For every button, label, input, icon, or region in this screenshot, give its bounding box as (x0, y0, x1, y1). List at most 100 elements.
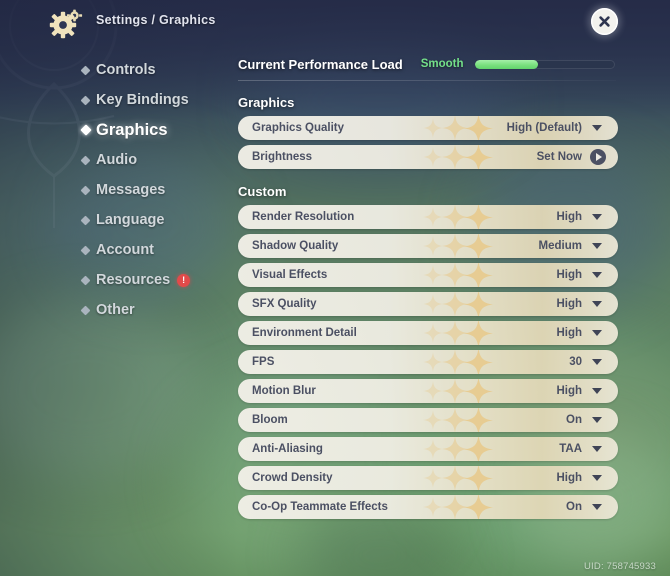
diamond-bullet-icon (80, 185, 91, 195)
sparkle-icon (423, 147, 443, 167)
setting-label: Shadow Quality (252, 240, 339, 252)
setting-label: Brightness (252, 151, 313, 163)
sparkle-icon (464, 116, 493, 140)
settings-sections: Graphics Graphics Quality High (Default) Br… (238, 95, 638, 519)
sparkle-icon (464, 495, 493, 519)
diamond-bullet-icon (80, 155, 91, 165)
sparkle-icon (464, 263, 493, 287)
setting-row[interactable]: FPS 30 (238, 350, 618, 374)
diamond-bullet-icon (80, 275, 91, 285)
header-divider (238, 80, 616, 81)
sidebar-item-key-bindings[interactable]: Key Bindings (0, 85, 238, 115)
sparkle-icon (423, 118, 443, 138)
setting-label: Crowd Density (252, 472, 333, 484)
sidebar-item-language[interactable]: Language (0, 205, 238, 235)
close-button[interactable] (591, 8, 618, 35)
settings-row-group: Graphics Quality High (Default) Brightness… (238, 116, 638, 169)
sparkle-icon (464, 379, 493, 403)
sparkle-icon (423, 207, 443, 227)
setting-label: SFX Quality (252, 298, 317, 310)
uid-label: UID: 758745933 (584, 561, 656, 572)
chevron-down-icon[interactable] (592, 125, 602, 131)
chevron-down-icon[interactable] (592, 214, 602, 220)
sidebar-item-controls[interactable]: Controls (0, 55, 238, 85)
sparkle-icon (423, 323, 443, 343)
setting-label: Visual Effects (252, 269, 328, 281)
sidebar-item-other[interactable]: Other (0, 295, 238, 325)
chevron-down-icon[interactable] (592, 272, 602, 278)
chevron-down-icon[interactable] (592, 388, 602, 394)
chevron-down-icon[interactable] (592, 330, 602, 336)
settings-sidebar: Controls Key Bindings Graphics Audio Message… (0, 55, 238, 325)
setting-value: High (Default) (506, 122, 582, 134)
diamond-bullet-icon (80, 305, 91, 315)
setting-value: TAA (559, 443, 582, 455)
sparkle-icon (423, 439, 443, 459)
settings-main-panel: Current Performance Load Smooth Graphics… (238, 50, 638, 524)
setting-label: Graphics Quality (252, 122, 345, 134)
chevron-down-icon[interactable] (592, 446, 602, 452)
chevron-down-icon[interactable] (592, 417, 602, 423)
setting-value: High (556, 385, 582, 397)
setting-row[interactable]: Co-Op Teammate Effects On (238, 495, 618, 519)
sidebar-item-account[interactable]: Account (0, 235, 238, 265)
chevron-down-icon[interactable] (592, 504, 602, 510)
diamond-bullet-icon (80, 124, 92, 136)
sparkle-icon (464, 408, 493, 432)
chevron-down-icon[interactable] (592, 243, 602, 249)
header-bar: Settings / Graphics (0, 0, 670, 48)
setting-row[interactable]: Render Resolution High (238, 205, 618, 229)
settings-screen: Settings / Graphics Controls Key Bindings… (0, 0, 670, 576)
sparkle-icon (464, 205, 493, 229)
sidebar-item-resources[interactable]: Resources! (0, 265, 238, 295)
sparkle-icon (442, 437, 468, 461)
setting-row[interactable]: Anti-Aliasing TAA (238, 437, 618, 461)
sparkle-icon (464, 145, 493, 169)
chevron-down-icon[interactable] (592, 475, 602, 481)
setting-row[interactable]: Brightness Set Now (238, 145, 618, 169)
sparkle-icon (423, 352, 443, 372)
chevron-down-icon[interactable] (592, 359, 602, 365)
setting-value: High (556, 298, 582, 310)
chevron-down-icon[interactable] (592, 301, 602, 307)
setting-value: On (566, 501, 582, 513)
sparkle-icon (442, 292, 468, 316)
sparkle-icon (423, 294, 443, 314)
breadcrumb: Settings / Graphics (96, 13, 216, 27)
setting-value: High (556, 327, 582, 339)
setting-value: Medium (538, 240, 582, 252)
notification-badge: ! (177, 273, 191, 287)
sidebar-item-label: Graphics (96, 120, 168, 139)
sidebar-item-messages[interactable]: Messages (0, 175, 238, 205)
close-icon (599, 16, 610, 27)
setting-row[interactable]: SFX Quality High (238, 292, 618, 316)
arrow-right-circle-icon[interactable] (590, 149, 606, 165)
setting-row[interactable]: Crowd Density High (238, 466, 618, 490)
sidebar-item-audio[interactable]: Audio (0, 145, 238, 175)
sparkle-icon (464, 321, 493, 345)
sparkle-icon (442, 116, 468, 140)
setting-row[interactable]: Bloom On (238, 408, 618, 432)
sparkle-icon (442, 408, 468, 432)
sparkle-icon (464, 437, 493, 461)
setting-row[interactable]: Visual Effects High (238, 263, 618, 287)
setting-label: Bloom (252, 414, 288, 426)
sparkle-icon (442, 466, 468, 490)
gear-icon (49, 9, 83, 39)
performance-load-bar (474, 59, 615, 69)
setting-row[interactable]: Motion Blur High (238, 379, 618, 403)
setting-label: FPS (252, 356, 275, 368)
performance-load-label: Current Performance Load (238, 56, 403, 72)
setting-label: Environment Detail (252, 327, 357, 339)
sparkle-icon (423, 236, 443, 256)
sparkle-icon (464, 466, 493, 490)
setting-row[interactable]: Shadow Quality Medium (238, 234, 618, 258)
sidebar-item-graphics[interactable]: Graphics (0, 115, 238, 145)
sparkle-icon (464, 350, 493, 374)
setting-row[interactable]: Graphics Quality High (Default) (238, 116, 618, 140)
sparkle-icon (442, 379, 468, 403)
sparkle-icon (423, 497, 443, 517)
setting-row[interactable]: Environment Detail High (238, 321, 618, 345)
setting-label: Motion Blur (252, 385, 316, 397)
sparkle-icon (423, 410, 443, 430)
